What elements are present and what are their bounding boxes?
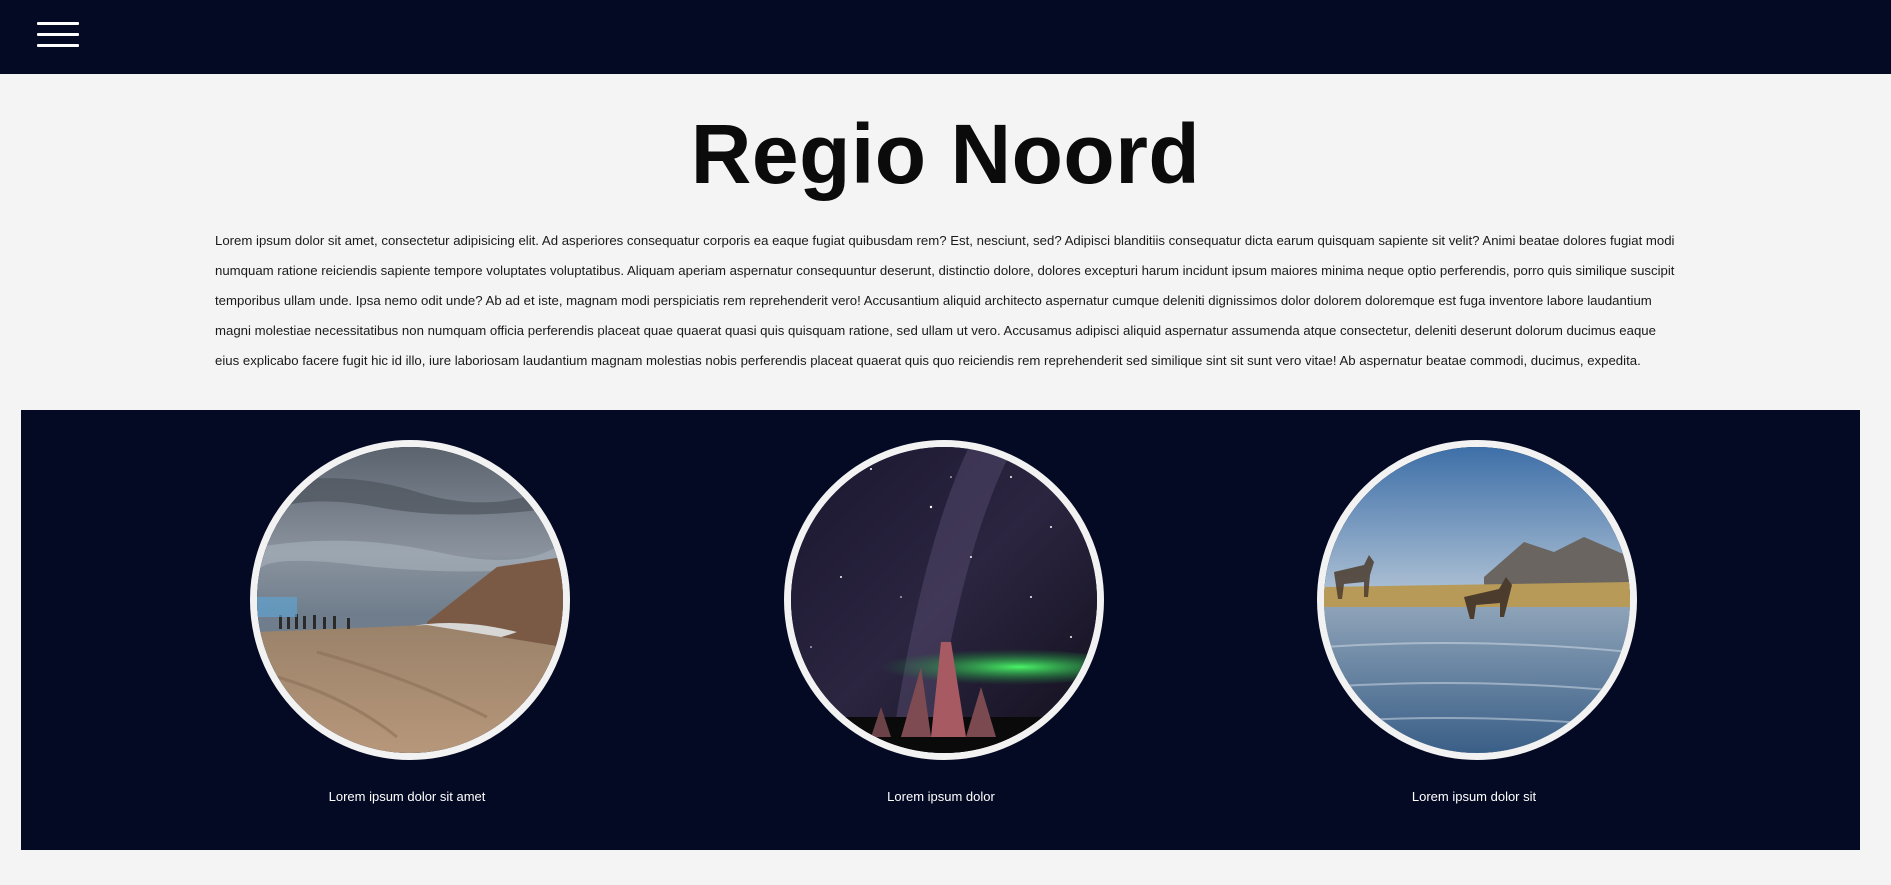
hamburger-menu-icon[interactable] <box>37 22 79 48</box>
gallery-card: Lorem ipsum dolor sit amet <box>247 440 570 820</box>
gallery-card: Lorem ipsum dolor <box>781 440 1104 820</box>
menu-line <box>37 22 79 25</box>
gallery-card: Lorem ipsum dolor sit <box>1314 440 1637 820</box>
gallery-caption: Lorem ipsum dolor sit <box>1411 789 1537 804</box>
photo-gallery: Lorem ipsum dolor sit amet Lorem ipsum d… <box>21 410 1860 850</box>
intro-paragraph: Lorem ipsum dolor sit amet, consectetur … <box>215 233 1675 368</box>
page-title: Regio Noord <box>690 107 1201 201</box>
gallery-image-night-sky[interactable] <box>784 440 1104 760</box>
gallery-image-horses[interactable] <box>1317 440 1637 760</box>
menu-line <box>37 44 79 47</box>
gallery-image-geothermal[interactable] <box>250 440 570 760</box>
gallery-caption: Lorem ipsum dolor <box>887 789 995 804</box>
top-navigation-bar <box>0 0 1891 74</box>
gallery-caption: Lorem ipsum dolor sit amet <box>328 789 486 804</box>
menu-line <box>37 33 79 36</box>
